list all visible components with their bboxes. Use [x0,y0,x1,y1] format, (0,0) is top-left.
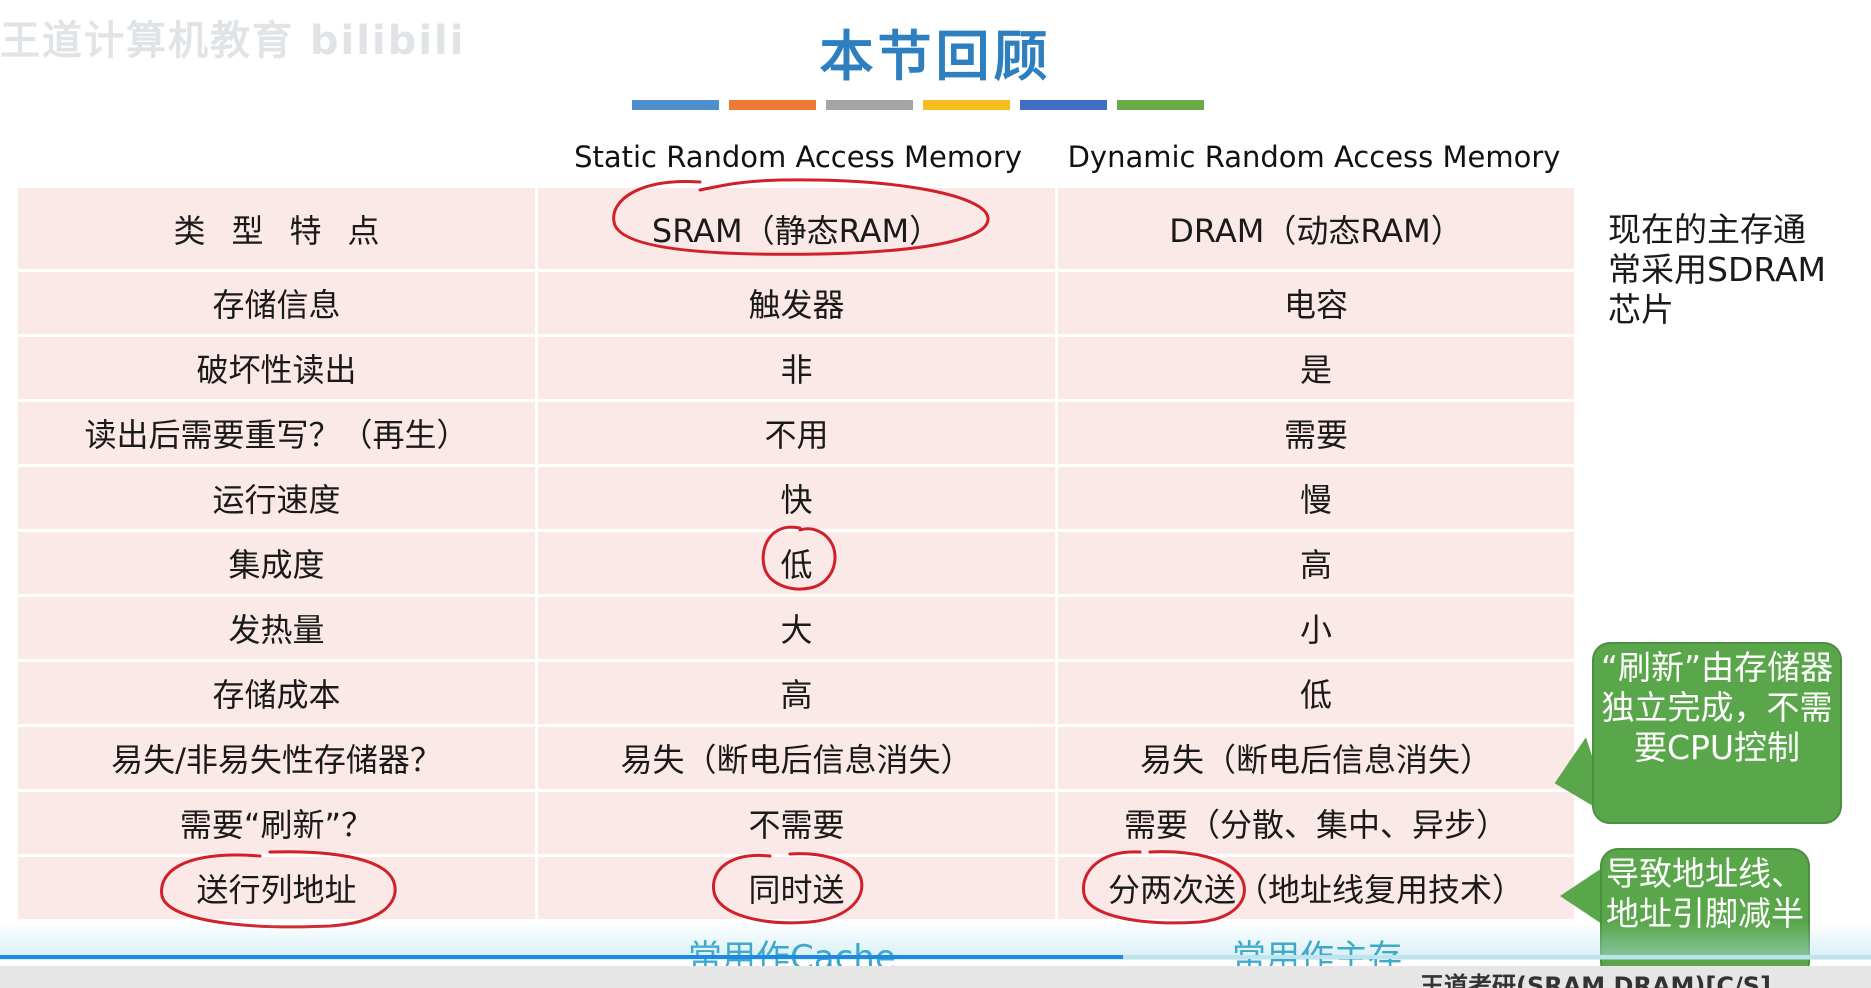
row-label: 运行速度 [18,467,538,529]
table-row: 存储信息 触发器 电容 [18,272,1574,337]
address-callout: 导致地址线、地址引脚减半 [1600,848,1810,980]
sdram-note: 现在的主存通常采用SDRAM芯片 [1608,210,1826,329]
refresh-callout: “刷新”由存储器独立完成，不需要CPU控制 [1592,642,1842,824]
row-label: 需要“刷新”？ [18,792,538,854]
dram-cell: 低 [1058,662,1574,724]
table-row: 运行速度 快 慢 [18,467,1574,532]
sram-cell: 非 [538,337,1058,399]
title-color-bar [632,100,1204,110]
table-row: 易失/非易失性存储器？ 易失（断电后信息消失） 易失（断电后信息消失） [18,727,1574,792]
colorbar-segment [1020,100,1107,110]
row-label: 集成度 [18,532,538,594]
sram-cell: 不用 [538,402,1058,464]
footer-text: 王道考研(SRAM DRAM)[C/S] [1420,972,1771,988]
table-row: 读出后需要重写？（再生） 不用 需要 [18,402,1574,467]
sram-cell: 易失（断电后信息消失） [538,727,1058,789]
sram-cell: 触发器 [538,272,1058,334]
row-label: 读出后需要重写？（再生） [18,402,538,464]
lecture-slide: 王道计算机教育 bilibili 本节回顾 Static Random Acce… [0,0,1871,988]
dram-cell: DRAM（动态RAM） [1058,188,1574,269]
colorbar-segment [923,100,1010,110]
sram-cell: 快 [538,467,1058,529]
sram-cell: 大 [538,597,1058,659]
dram-cell: 是 [1058,337,1574,399]
dram-cell: 电容 [1058,272,1574,334]
dram-cell: 分两次送（地址线复用技术） [1058,857,1574,919]
row-label: 存储信息 [18,272,538,334]
row-label: 破坏性读出 [18,337,538,399]
sram-cell: 同时送 [538,857,1058,919]
row-label: 易失/非易失性存储器？ [18,727,538,789]
table-row: 存储成本 高 低 [18,662,1574,727]
dram-cell: 需要（分散、集中、异步） [1058,792,1574,854]
table-row: 集成度 低 高 [18,532,1574,597]
dram-cell: 小 [1058,597,1574,659]
table-row: 类型特点 SRAM（静态RAM） DRAM（动态RAM） [18,188,1574,272]
sram-cell: 低 [538,532,1058,594]
bubble-tail [1560,868,1602,924]
dram-cell: 高 [1058,532,1574,594]
row-label: 发热量 [18,597,538,659]
colorbar-segment [632,100,719,110]
table-row: 发热量 大 小 [18,597,1574,662]
comparison-table: 类型特点 SRAM（静态RAM） DRAM（动态RAM） 存储信息 触发器 电容… [18,188,1574,922]
dram-column-header: Dynamic Random Access Memory [1067,140,1561,174]
sram-cell: SRAM（静态RAM） [538,188,1058,269]
colorbar-segment [1117,100,1204,110]
sram-column-header: Static Random Access Memory [574,140,1022,174]
row-label: 类型特点 [18,188,538,269]
row-label: 存储成本 [18,662,538,724]
dram-cell: 易失（断电后信息消失） [1058,727,1574,789]
row-label: 送行列地址 [18,857,538,919]
table-row: 送行列地址 同时送 分两次送（地址线复用技术） [18,857,1574,922]
dram-cell: 慢 [1058,467,1574,529]
colorbar-segment [729,100,816,110]
video-progress-fill[interactable] [0,955,1123,959]
page-title: 本节回顾 [819,25,1052,88]
table-row: 需要“刷新”？ 不需要 需要（分散、集中、异步） [18,792,1574,857]
sram-cell: 高 [538,662,1058,724]
sram-cell: 不需要 [538,792,1058,854]
colorbar-segment [826,100,913,110]
dram-cell: 需要 [1058,402,1574,464]
table-row: 破坏性读出 非 是 [18,337,1574,402]
